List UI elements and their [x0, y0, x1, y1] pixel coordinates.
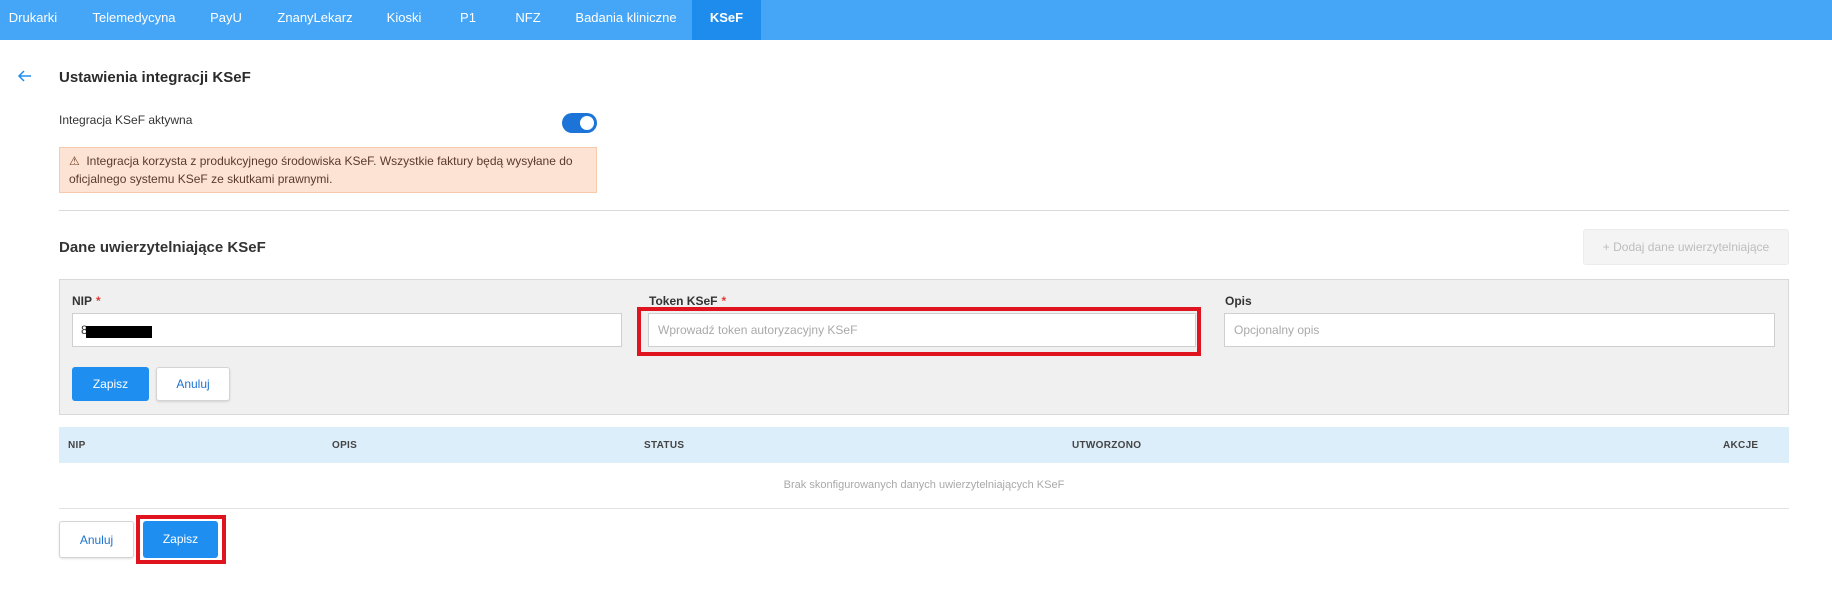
- page-title: Ustawienia integracji KSeF: [59, 69, 251, 86]
- description-input[interactable]: [1224, 313, 1775, 347]
- integration-toggle[interactable]: [562, 113, 597, 133]
- tab-znanylekarz[interactable]: ZnanyLekarz: [270, 0, 360, 40]
- arrow-left-icon[interactable]: [16, 67, 34, 85]
- credentials-section-title: Dane uwierzytelniające KSeF: [59, 239, 266, 256]
- column-utworzono: UTWORZONO: [1072, 440, 1142, 451]
- tab-p1[interactable]: P1: [450, 0, 486, 40]
- column-akcje: AKCJE: [1723, 440, 1759, 451]
- footer-cancel-button[interactable]: Anuluj: [59, 521, 134, 558]
- form-cancel-button[interactable]: Anuluj: [156, 367, 230, 401]
- token-label: Token KSeF *: [649, 294, 727, 308]
- table-empty-state: Brak skonfigurowanych danych uwierzyteln…: [59, 464, 1789, 509]
- top-nav: Drukarki Telemedycyna PayU ZnanyLekarz K…: [0, 0, 1832, 40]
- tab-nfz[interactable]: NFZ: [505, 0, 551, 40]
- token-input-highlight: [637, 307, 1201, 356]
- tab-ksef[interactable]: KSeF: [692, 0, 761, 40]
- warning-text: Integracja korzysta z produkcyjnego środ…: [69, 154, 573, 186]
- section-divider: [59, 210, 1789, 211]
- nip-field[interactable]: [72, 313, 622, 347]
- tab-telemedycyna[interactable]: Telemedycyna: [84, 0, 184, 40]
- save-button-highlight: [136, 515, 226, 564]
- tab-kioski[interactable]: Kioski: [378, 0, 430, 40]
- toggle-knob: [580, 116, 594, 130]
- warning-banner: ⚠ Integracja korzysta z produkcyjnego śr…: [59, 147, 597, 193]
- tab-drukarki[interactable]: Drukarki: [0, 0, 66, 40]
- integration-toggle-label: Integracja KSeF aktywna: [59, 113, 193, 127]
- column-status: STATUS: [644, 440, 685, 451]
- column-opis: OPIS: [332, 440, 358, 451]
- form-save-button[interactable]: Zapisz: [72, 367, 149, 401]
- tab-payu[interactable]: PayU: [201, 0, 251, 40]
- credentials-table-header: NIP OPIS STATUS UTWORZONO AKCJE: [59, 427, 1789, 463]
- description-label: Opis: [1225, 294, 1252, 308]
- column-nip: NIP: [68, 440, 86, 451]
- add-credentials-button[interactable]: + Dodaj dane uwierzytelniające: [1583, 229, 1789, 265]
- nip-label: NIP *: [72, 294, 101, 308]
- nip-redaction: [86, 326, 152, 338]
- warning-icon: ⚠: [69, 154, 80, 168]
- tab-badania-kliniczne[interactable]: Badania kliniczne: [568, 0, 684, 40]
